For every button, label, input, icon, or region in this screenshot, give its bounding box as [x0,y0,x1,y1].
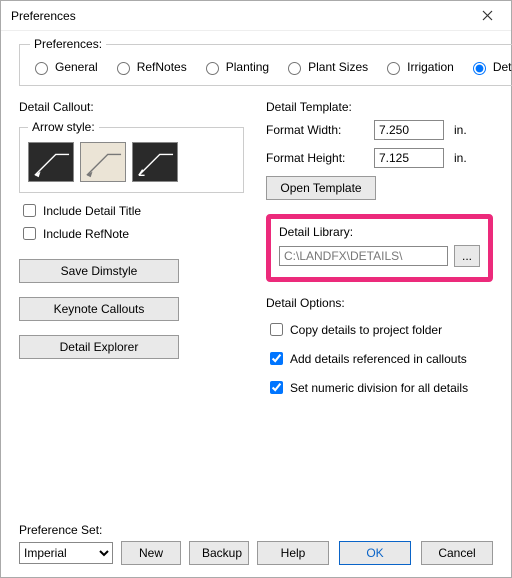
ok-button[interactable]: OK [339,541,411,565]
arrow-style-1[interactable] [28,142,74,182]
arrow-style-2[interactable] [80,142,126,182]
detail-callout-label: Detail Callout: [19,100,244,114]
save-dimstyle-button[interactable]: Save Dimstyle [19,259,179,283]
format-width-label: Format Width: [266,123,366,137]
preferences-window: Preferences Preferences: General RefNote… [0,0,512,578]
include-detail-title[interactable]: Include Detail Title [19,201,244,220]
detail-library-label: Detail Library: [279,225,480,239]
tab-plant-sizes[interactable]: Plant Sizes [283,59,368,75]
set-numeric-checkbox[interactable]: Set numeric division for all details [266,378,493,397]
footer: Preference Set: Imperial New Backup Help… [19,523,493,565]
preferences-legend: Preferences: [30,37,106,51]
unit-in-2: in. [454,151,467,165]
unit-in-1: in. [454,123,467,137]
browse-button[interactable]: ... [454,245,480,267]
detail-options-group: Detail Options: Copy details to project … [266,296,493,397]
detail-template-label: Detail Template: [266,100,493,114]
detail-options-label: Detail Options: [266,296,493,310]
close-icon[interactable] [469,4,505,28]
arrow-style-legend: Arrow style: [28,120,99,134]
backup-button[interactable]: Backup [189,541,249,565]
copy-details-checkbox[interactable]: Copy details to project folder [266,320,493,339]
include-refnote[interactable]: Include RefNote [19,224,244,243]
detail-library-path[interactable] [279,246,448,266]
add-details-checkbox[interactable]: Add details referenced in callouts [266,349,493,368]
cancel-button[interactable]: Cancel [421,541,493,565]
tab-refnotes[interactable]: RefNotes [112,59,187,75]
keynote-callouts-button[interactable]: Keynote Callouts [19,297,179,321]
format-height-input[interactable] [374,148,444,168]
tab-planting[interactable]: Planting [201,59,269,75]
content-area: Preferences: General RefNotes Planting P… [1,31,511,577]
preference-set-label: Preference Set: [19,523,493,537]
format-height-label: Format Height: [266,151,366,165]
arrow-style-3[interactable] [132,142,178,182]
tab-details[interactable]: Details [468,59,512,75]
preference-set-select[interactable]: Imperial [19,542,113,564]
new-button[interactable]: New [121,541,181,565]
tab-general[interactable]: General [30,59,98,75]
left-column: Detail Callout: Arrow style: [19,96,244,359]
tab-irrigation[interactable]: Irrigation [382,59,454,75]
titlebar: Preferences [1,1,511,31]
right-column: Detail Template: Format Width: in. Forma… [266,96,493,397]
format-height-row: Format Height: in. [266,148,493,168]
detail-explorer-button[interactable]: Detail Explorer [19,335,179,359]
format-width-row: Format Width: in. [266,120,493,140]
arrow-style-group: Arrow style: [19,120,244,193]
window-title: Preferences [11,9,76,23]
preferences-tabs: Preferences: General RefNotes Planting P… [19,37,512,86]
help-button[interactable]: Help [257,541,329,565]
format-width-input[interactable] [374,120,444,140]
detail-library-highlight: Detail Library: ... [266,214,493,282]
open-template-button[interactable]: Open Template [266,176,376,200]
